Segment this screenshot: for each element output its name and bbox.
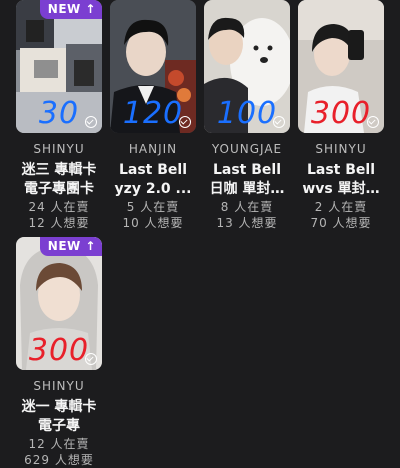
selling-count: 2 人在賣 [314,200,368,214]
checkmark-icon[interactable] [85,116,97,128]
title-line-1: Last Bell [118,162,188,178]
selling-count: 12 人在賣 [28,437,90,451]
title-line-2: 日咖 單封… [209,181,285,197]
selling-count: 8 人在賣 [220,200,274,214]
title-line-2: yzy 2.0 ... [114,181,192,197]
new-badge: NEW ↑ [39,0,102,19]
artist-name: SHINYU [33,379,85,393]
checkmark-icon[interactable] [273,116,285,128]
wanted-count: 629 人想要 [24,453,94,467]
wanted-count: 12 人想要 [28,216,90,230]
artist-name: YOUNGJAE [211,142,283,156]
title-line-1: Last Bell [212,162,282,178]
checkmark-icon[interactable] [85,353,97,365]
title-line-1: 迷三 專輯卡 [21,162,97,178]
listing-card[interactable]: NEW ↑ 30 SHINYU 迷三 專輯卡 電子專團卡 24 人在賣 12 人… [16,0,102,231]
selling-count: 24 人在賣 [28,200,90,214]
card-thumbnail[interactable]: 120 [110,0,196,133]
listing-card[interactable]: NEW ↑ 300 SHINYU 迷一 專輯卡 電子專 12 人在賣 629 人… [16,237,102,468]
checkmark-icon[interactable] [179,116,191,128]
title-line-2: wvs 單封… [302,181,380,197]
wanted-count: 70 人想要 [310,216,372,230]
card-thumbnail[interactable]: 300 [298,0,384,133]
listing-card[interactable]: 300 SHINYU Last Bell wvs 單封… 2 人在賣 70 人想… [298,0,384,231]
title-line-1: Last Bell [306,162,376,178]
card-thumbnail[interactable]: NEW ↑ 300 [16,237,102,370]
card-thumbnail[interactable]: NEW ↑ 30 [16,0,102,133]
title-line-1: 迷一 專輯卡 [21,399,97,415]
wanted-count: 13 人想要 [216,216,278,230]
listing-card[interactable]: 100 YOUNGJAE Last Bell 日咖 單封… 8 人在賣 13 人… [204,0,290,231]
checkmark-icon[interactable] [367,116,379,128]
title-line-2: 電子專團卡 [24,181,94,197]
artist-name: SHINYU [33,142,85,156]
artist-name: SHINYU [315,142,367,156]
title-line-2: 電子專 [38,418,80,434]
artist-name: HANJIN [128,142,178,156]
selling-count: 5 人在賣 [126,200,180,214]
card-thumbnail[interactable]: 100 [204,0,290,133]
photocard-grid: NEW ↑ 30 SHINYU 迷三 專輯卡 電子專團卡 24 人在賣 12 人… [16,0,384,468]
listing-card[interactable]: 120 HANJIN Last Bell yzy 2.0 ... 5 人在賣 1… [110,0,196,231]
wanted-count: 10 人想要 [122,216,184,230]
new-badge: NEW ↑ [39,237,102,256]
